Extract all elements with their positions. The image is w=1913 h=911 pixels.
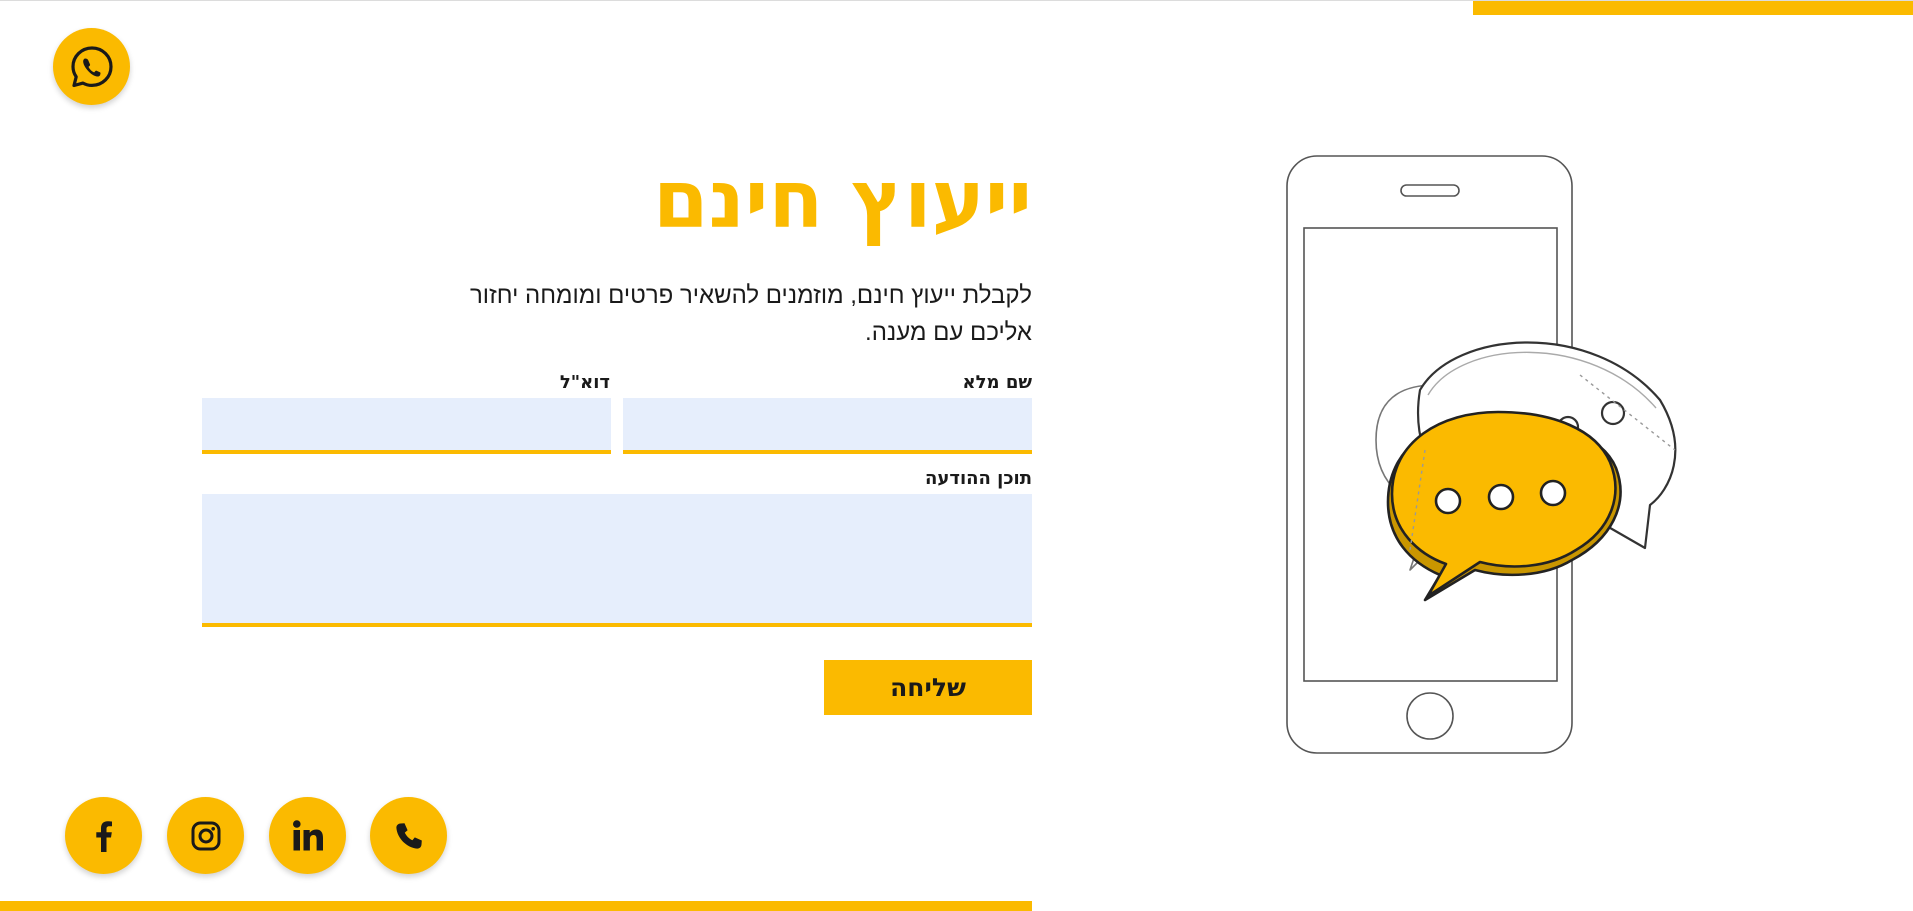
send-button[interactable]: שליחה <box>824 660 1032 715</box>
phone-button[interactable] <box>370 797 447 874</box>
full-name-label: שם מלא <box>962 372 1032 393</box>
linkedin-icon <box>292 819 323 850</box>
linkedin-button[interactable] <box>269 797 346 874</box>
instagram-icon <box>191 821 220 850</box>
message-label: תוכן ההודעה <box>925 468 1032 489</box>
yellow-chat-bubble-icon <box>1386 410 1622 602</box>
instagram-button[interactable] <box>167 797 244 874</box>
facebook-icon <box>95 820 112 852</box>
message-textarea[interactable] <box>202 494 1032 627</box>
bottom-accent-bar <box>0 901 1032 911</box>
page-subtitle: לקבלת ייעוץ חינם, מוזמנים להשאיר פרטים ו… <box>469 282 1032 346</box>
email-label: דוא"ל <box>559 372 610 393</box>
phone-icon <box>395 822 422 849</box>
full-name-input[interactable] <box>623 398 1032 454</box>
email-input[interactable] <box>202 398 611 454</box>
top-accent-bar <box>1473 1 1913 15</box>
whatsapp-button[interactable] <box>53 28 130 105</box>
whatsapp-icon <box>70 45 113 87</box>
facebook-button[interactable] <box>65 797 142 874</box>
page-title: ייעוץ חינם <box>652 153 1032 246</box>
phone-chat-illustration <box>1286 155 1677 754</box>
